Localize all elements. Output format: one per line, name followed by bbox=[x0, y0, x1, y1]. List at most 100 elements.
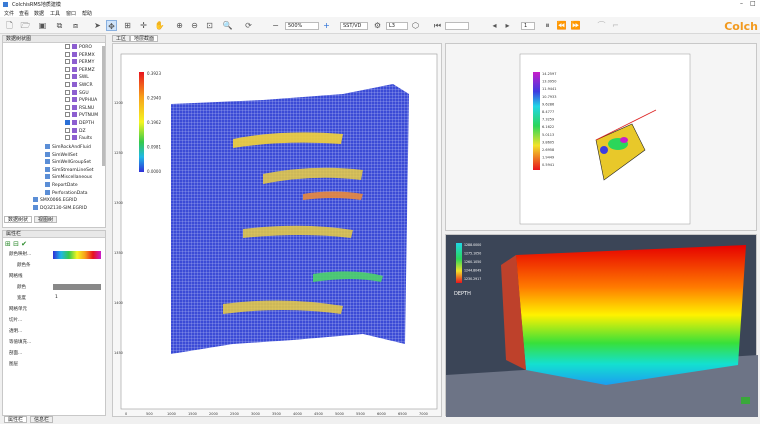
tab-view-tree[interactable]: 视图树 bbox=[34, 216, 58, 223]
page-select[interactable] bbox=[445, 22, 469, 30]
layer-select[interactable]: L3 bbox=[386, 22, 408, 30]
tree-item[interactable]: SGU bbox=[65, 89, 89, 96]
tree-item[interactable]: SWL bbox=[65, 74, 89, 80]
tab-info[interactable]: 信息栏 bbox=[30, 416, 54, 423]
tab-section[interactable]: 地层截面 bbox=[130, 35, 159, 42]
tree-checkbox[interactable] bbox=[65, 135, 70, 141]
property-row[interactable]: 网格线 bbox=[9, 273, 23, 279]
zoom-box-icon[interactable]: ⊡ bbox=[204, 20, 215, 31]
menu-file[interactable]: 文件 bbox=[4, 10, 14, 17]
tree-group[interactable]: SMX0066.EGRID bbox=[33, 197, 77, 203]
tree-checkbox[interactable] bbox=[65, 74, 70, 80]
property-row[interactable]: 颜色条 bbox=[17, 262, 31, 268]
rotate-icon[interactable]: ⟳ bbox=[243, 20, 254, 31]
tree-checkbox[interactable] bbox=[65, 89, 70, 95]
minimize-icon[interactable]: – bbox=[740, 0, 743, 7]
tree-checkbox[interactable] bbox=[65, 120, 70, 125]
tree-item[interactable]: SWCR bbox=[65, 82, 93, 88]
tab-properties[interactable]: 属性栏 bbox=[4, 416, 28, 423]
property-row[interactable]: 透明... bbox=[9, 328, 22, 334]
property-row[interactable]: 网格单元 bbox=[9, 306, 27, 312]
property-row[interactable]: 切片... bbox=[9, 317, 22, 323]
section-view[interactable]: 0.3923 0.2940 0.1962 0.0981 0.0000 0 500 1000 1… bbox=[112, 43, 442, 417]
tree-group[interactable]: SimStreamLineSet bbox=[45, 166, 94, 173]
menu-window[interactable]: 窗口 bbox=[66, 10, 76, 17]
tree-checkbox[interactable] bbox=[65, 51, 70, 57]
unlink-icon[interactable]: ⧈ bbox=[70, 20, 81, 31]
tree-item[interactable]: Faults bbox=[65, 135, 92, 141]
next-icon[interactable]: ▸ bbox=[502, 20, 513, 31]
link-icon[interactable]: ⧉ bbox=[54, 20, 65, 31]
grid-color-swatch[interactable] bbox=[53, 284, 101, 290]
zoom-out-icon[interactable]: ⊖ bbox=[189, 20, 200, 31]
open-folder-icon[interactable]: 🗁 bbox=[20, 20, 31, 31]
tree-group[interactable]: SimMiscellaneous bbox=[45, 174, 92, 180]
plus-icon[interactable]: + bbox=[321, 20, 332, 31]
pan-select-icon[interactable]: ✥ bbox=[106, 20, 117, 31]
x-tick-label: 3500 bbox=[272, 412, 281, 416]
tree-scrollbar[interactable] bbox=[102, 46, 105, 166]
menu-view[interactable]: 查看 bbox=[19, 10, 29, 17]
minus-icon[interactable]: − bbox=[270, 20, 281, 31]
move-icon[interactable]: ✛ bbox=[138, 20, 149, 31]
tree-checkbox[interactable] bbox=[65, 44, 70, 49]
view-select[interactable]: SST/VD bbox=[340, 22, 368, 30]
property-row[interactable]: 剖面... bbox=[9, 350, 22, 356]
property-row[interactable]: 图层 bbox=[9, 361, 18, 367]
menu-tools[interactable]: 工具 bbox=[50, 10, 60, 17]
pointer-icon[interactable]: ➤ bbox=[92, 20, 103, 31]
tree-group[interactable]: ReportDate bbox=[45, 182, 78, 188]
tree-checkbox[interactable] bbox=[65, 59, 70, 65]
prev-icon[interactable]: ◂ bbox=[489, 20, 500, 31]
bracket-icon[interactable]: ⌐ bbox=[610, 20, 621, 31]
tree-item[interactable]: PERMX bbox=[65, 51, 95, 58]
tree-item[interactable]: PVTNUM bbox=[65, 112, 98, 118]
fit-icon[interactable]: ⊞ bbox=[122, 20, 133, 31]
tree-group[interactable]: SimWellGroupSet bbox=[45, 159, 91, 165]
step-select[interactable]: 1 bbox=[521, 22, 535, 30]
hand-icon[interactable]: ✋ bbox=[154, 20, 165, 31]
zoom-in-icon[interactable]: ⊕ bbox=[174, 20, 185, 31]
arc-icon[interactable]: ⌒ bbox=[596, 20, 607, 31]
tree-group[interactable]: PerforationData bbox=[45, 189, 87, 196]
tree-group[interactable]: SimRockAndFluid bbox=[45, 144, 91, 150]
tree-item[interactable]: PVPHUA bbox=[65, 97, 97, 103]
map-view[interactable]: 14.2597 13.0950 11.9441 10.7933 9.6286 8.4777… bbox=[445, 43, 757, 231]
new-file-icon[interactable]: 🗋 bbox=[4, 20, 15, 31]
settings-icon[interactable]: ⚙ bbox=[372, 20, 383, 31]
colormap-swatch[interactable] bbox=[53, 251, 101, 259]
tree-item[interactable]: PERMY bbox=[65, 59, 94, 65]
tree-item[interactable]: DEPTH bbox=[65, 120, 94, 126]
tab-data-tree[interactable]: 数据树状 bbox=[4, 216, 33, 223]
tab-workarea[interactable]: 工区 bbox=[112, 35, 131, 42]
maximize-icon[interactable]: □ bbox=[750, 0, 756, 7]
tree-group[interactable]: SimWellSet bbox=[45, 151, 77, 158]
pause-icon[interactable]: ⏸ bbox=[542, 20, 553, 31]
tree-group[interactable]: DQ3Z130-SIM.EGRID bbox=[33, 204, 87, 211]
tree-checkbox[interactable] bbox=[65, 66, 70, 72]
step-forward-icon[interactable]: ⏩ bbox=[570, 20, 581, 31]
zoom-tool-icon[interactable]: 🔍 bbox=[222, 20, 233, 31]
zoom-select[interactable]: 500% bbox=[285, 22, 319, 30]
tree-checkbox[interactable] bbox=[65, 127, 70, 133]
property-row[interactable]: 等值填充... bbox=[9, 339, 31, 345]
first-icon[interactable]: ⏮ bbox=[432, 20, 443, 31]
tree-checkbox[interactable] bbox=[65, 97, 70, 103]
tree-checkbox[interactable] bbox=[65, 104, 70, 110]
menu-help[interactable]: 帮助 bbox=[82, 10, 92, 17]
tree-item[interactable]: PERMZ bbox=[65, 66, 95, 73]
menu-data[interactable]: 数据 bbox=[34, 10, 44, 17]
tree-item[interactable]: RSLNU bbox=[65, 104, 94, 111]
tree-checkbox[interactable] bbox=[65, 112, 70, 118]
property-row[interactable]: 颜色 bbox=[17, 284, 26, 290]
tree-checkbox[interactable] bbox=[65, 82, 70, 87]
tree-item[interactable]: PORO bbox=[65, 44, 92, 50]
3d-view[interactable]: 1288.0000 1275.1050 1260.1050 1244.8049 1230… bbox=[445, 234, 758, 417]
tree-item[interactable]: DZ bbox=[65, 127, 86, 134]
property-row[interactable]: 颜色映射... bbox=[9, 251, 31, 257]
grid-width-value[interactable]: 1 bbox=[55, 295, 58, 300]
step-back-icon[interactable]: ⏪ bbox=[556, 20, 567, 31]
property-row[interactable]: 宽度 bbox=[17, 295, 26, 301]
save-icon[interactable]: ▣ bbox=[37, 20, 48, 31]
layer-tool-icon[interactable]: ⬡ bbox=[410, 20, 421, 31]
